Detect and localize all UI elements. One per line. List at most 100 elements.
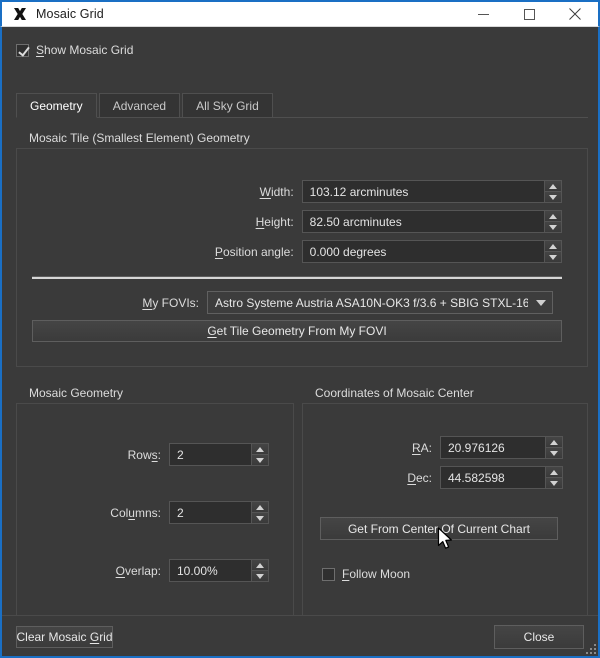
mosaic-geometry-group: Mosaic Geometry Rows: 2 Columns: 2 Overl… xyxy=(16,386,294,630)
mosaic-grid-dialog: Mosaic Grid Show Mosaic Grid Geometry Ad… xyxy=(0,0,600,658)
close-dialog-button[interactable]: Close xyxy=(494,625,584,649)
overlap-input[interactable]: 10.00% xyxy=(169,559,252,582)
width-stepper-down[interactable] xyxy=(545,192,561,202)
ra-input[interactable]: 20.976126 xyxy=(440,436,546,459)
get-from-center-button[interactable]: Get From Center Of Current Chart xyxy=(320,517,558,540)
rows-stepper[interactable] xyxy=(252,443,269,466)
tab-geometry[interactable]: Geometry xyxy=(16,93,97,118)
chevron-up-icon xyxy=(256,446,264,452)
close-icon xyxy=(569,8,581,20)
chevron-down-icon xyxy=(549,224,557,230)
chevron-down-icon xyxy=(256,515,264,521)
position-angle-stepper-down[interactable] xyxy=(545,252,561,262)
position-angle-row: Position angle: 0.000 degrees xyxy=(16,240,562,263)
chevron-down-icon xyxy=(256,573,264,579)
maximize-button[interactable] xyxy=(506,2,552,27)
position-angle-stepper[interactable] xyxy=(545,240,562,263)
chevron-up-icon xyxy=(549,183,557,189)
chevron-down-icon xyxy=(550,480,558,486)
mosaic-center-title: Coordinates of Mosaic Center xyxy=(312,386,477,400)
chevron-up-icon xyxy=(256,504,264,510)
tab-all-sky-grid[interactable]: All Sky Grid xyxy=(182,93,273,117)
get-tile-geometry-button[interactable]: Get Tile Geometry From My FOVI xyxy=(32,320,562,342)
chevron-down-icon xyxy=(549,194,557,200)
title-bar[interactable]: Mosaic Grid xyxy=(0,0,600,27)
clear-mosaic-grid-button[interactable]: Clear Mosaic Grid xyxy=(16,626,113,648)
overlap-row: Overlap: 10.00% xyxy=(16,559,278,582)
width-label: Width: xyxy=(259,184,294,199)
chevron-down-icon xyxy=(536,299,546,306)
dec-stepper-up[interactable] xyxy=(546,467,562,478)
overlap-label: Overlap: xyxy=(115,563,161,578)
columns-stepper-up[interactable] xyxy=(252,502,268,513)
overlap-stepper-down[interactable] xyxy=(252,571,268,581)
follow-moon-checkbox[interactable] xyxy=(322,567,335,581)
tab-bar[interactable]: Geometry Advanced All Sky Grid xyxy=(16,93,588,118)
height-stepper-down[interactable] xyxy=(545,222,561,232)
ra-stepper[interactable] xyxy=(546,436,563,459)
width-stepper-up[interactable] xyxy=(545,181,561,192)
window-title: Mosaic Grid xyxy=(36,7,104,21)
my-fovis-select[interactable]: Astro Systeme Austria ASA10N-OK3 f/3.6 +… xyxy=(207,291,553,314)
maximize-icon xyxy=(523,8,535,20)
my-fovis-value: Astro Systeme Austria ASA10N-OK3 f/3.6 +… xyxy=(215,295,528,310)
height-label: Height: xyxy=(255,214,294,229)
show-mosaic-grid-row[interactable]: Show Mosaic Grid xyxy=(16,43,133,57)
rows-input[interactable]: 2 xyxy=(169,443,252,466)
dec-stepper-down[interactable] xyxy=(546,478,562,488)
chevron-up-icon xyxy=(549,243,557,249)
overlap-stepper[interactable] xyxy=(252,559,269,582)
tile-geometry-title: Mosaic Tile (Smallest Element) Geometry xyxy=(26,131,253,145)
height-stepper[interactable] xyxy=(545,210,562,233)
height-row: Height: 82.50 arcminutes xyxy=(16,210,562,233)
dec-label: Dec: xyxy=(407,470,432,485)
rows-label: Rows: xyxy=(127,447,161,462)
rows-stepper-down[interactable] xyxy=(252,455,268,465)
height-input[interactable]: 82.50 arcminutes xyxy=(301,210,545,233)
chevron-down-icon xyxy=(550,450,558,456)
chevron-up-icon xyxy=(256,562,264,568)
columns-stepper[interactable] xyxy=(252,501,269,524)
app-x-icon xyxy=(14,8,26,20)
chevron-up-icon xyxy=(550,439,558,445)
height-stepper-up[interactable] xyxy=(545,211,561,222)
dialog-footer: Clear Mosaic Grid Close xyxy=(2,615,598,656)
position-angle-stepper-up[interactable] xyxy=(545,241,561,252)
dec-input[interactable]: 44.582598 xyxy=(440,466,546,489)
rows-row: Rows: 2 xyxy=(16,443,278,466)
columns-input[interactable]: 2 xyxy=(169,501,252,524)
section-divider xyxy=(32,276,562,279)
ra-row: RA: 20.976126 xyxy=(302,436,572,459)
rows-stepper-up[interactable] xyxy=(252,444,268,455)
columns-row: Columns: 2 xyxy=(16,501,278,524)
tab-advanced[interactable]: Advanced xyxy=(98,93,181,117)
width-row: Width: 103.12 arcminutes xyxy=(16,180,562,203)
overlap-stepper-up[interactable] xyxy=(252,560,268,571)
minimize-icon xyxy=(477,13,489,15)
columns-stepper-down[interactable] xyxy=(252,513,268,523)
mosaic-geometry-title: Mosaic Geometry xyxy=(26,386,127,400)
dec-stepper[interactable] xyxy=(546,466,563,489)
show-mosaic-grid-checkbox[interactable] xyxy=(16,43,29,57)
resize-grip[interactable] xyxy=(583,641,596,654)
width-input[interactable]: 103.12 arcminutes xyxy=(301,180,545,203)
get-tile-geometry-label: Get Tile Geometry From My FOVI xyxy=(207,324,387,338)
tile-geometry-group: Mosaic Tile (Smallest Element) Geometry … xyxy=(16,131,588,367)
ra-stepper-up[interactable] xyxy=(546,437,562,448)
close-button[interactable] xyxy=(552,2,598,27)
ra-stepper-down[interactable] xyxy=(546,448,562,458)
clear-mosaic-grid-label: Clear Mosaic Grid xyxy=(16,630,113,644)
position-angle-input[interactable]: 0.000 degrees xyxy=(301,240,545,263)
mosaic-center-group: Coordinates of Mosaic Center RA: 20.9761… xyxy=(302,386,588,630)
position-angle-label: Position angle: xyxy=(214,244,294,259)
width-stepper[interactable] xyxy=(545,180,562,203)
my-fovis-row: My FOVIs: Astro Systeme Austria ASA10N-O… xyxy=(16,291,562,314)
minimize-button[interactable] xyxy=(460,2,506,27)
chevron-down-icon xyxy=(256,457,264,463)
columns-label: Columns: xyxy=(110,505,161,520)
follow-moon-row[interactable]: Follow Moon xyxy=(322,567,410,581)
show-mosaic-grid-label: Show Mosaic Grid xyxy=(36,43,134,57)
dec-row: Dec: 44.582598 xyxy=(302,466,572,489)
dialog-content: Show Mosaic Grid Geometry Advanced All S… xyxy=(2,27,598,630)
follow-moon-label: Follow Moon xyxy=(342,567,411,581)
